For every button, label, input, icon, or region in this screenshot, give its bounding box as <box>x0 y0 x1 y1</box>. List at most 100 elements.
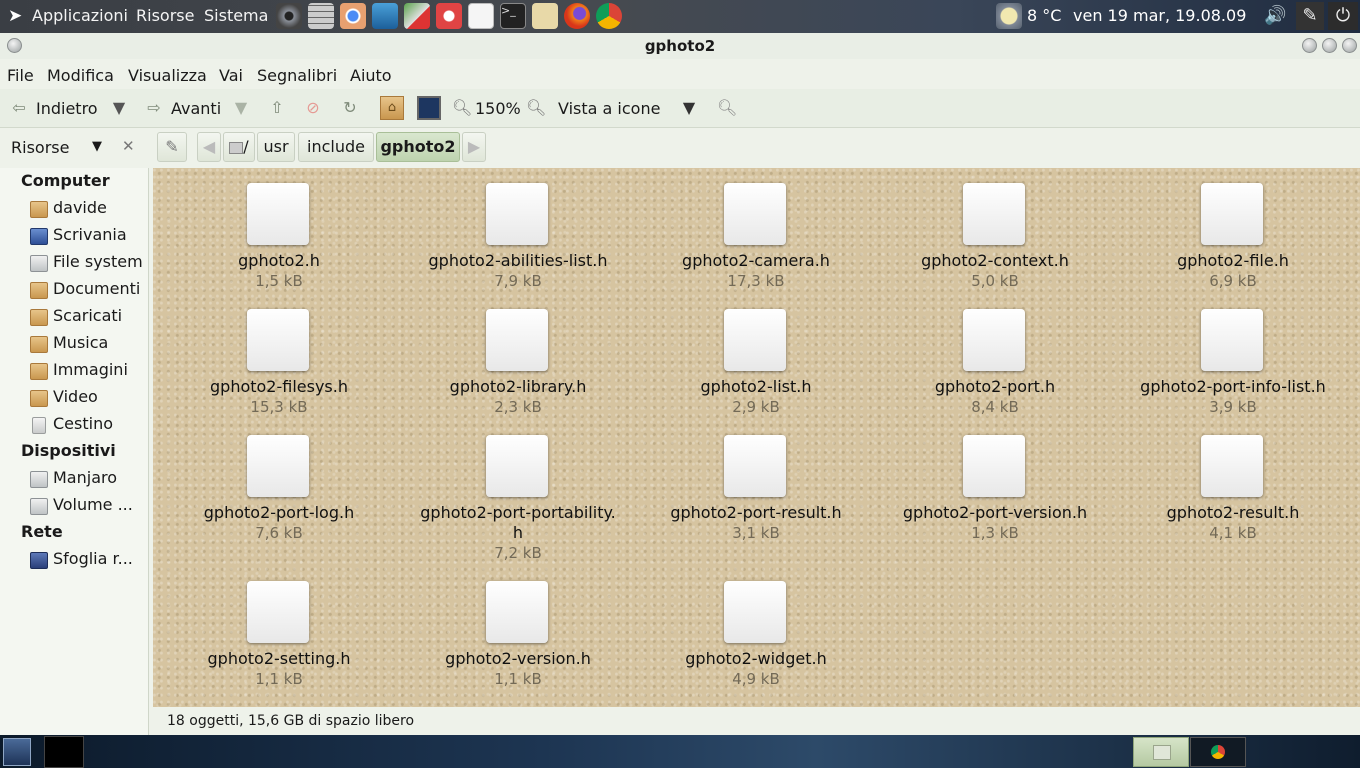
toolbar: ⇦ Indietro ▼ ⇨ Avanti ▼ ⇧ ⊘ ↻ ⌂ 🔍︎ 150% … <box>0 89 1360 128</box>
file-label: gphoto2-abilities-list.h 7,9 kB <box>399 251 637 291</box>
sidebar-item-immagini[interactable]: Immagini <box>30 360 148 382</box>
system-monitor-icon[interactable] <box>44 736 84 768</box>
zoom-in-icon[interactable]: 🔍︎ <box>526 99 546 117</box>
maximize-button[interactable] <box>1322 38 1337 53</box>
menu-visualizza[interactable]: Visualizza <box>128 66 207 85</box>
menu-sistema[interactable]: Sistema <box>204 6 268 25</box>
file-label: gphoto2-widget.h 4,9 kB <box>637 649 875 689</box>
forward-arrow-icon[interactable]: ⇨ <box>145 99 163 117</box>
text-file-icon <box>724 183 786 245</box>
show-desktop-icon[interactable] <box>3 738 31 766</box>
menu-risorse[interactable]: Risorse <box>136 6 194 25</box>
drive-icon <box>30 471 48 488</box>
text-file-icon <box>1201 183 1263 245</box>
sidebar-item-documenti[interactable]: Documenti <box>30 279 148 301</box>
menu-modifica[interactable]: Modifica <box>47 66 114 85</box>
volume-icon[interactable]: 🔊 <box>1264 5 1286 26</box>
weather-icon[interactable] <box>996 3 1022 29</box>
drive-icon <box>229 141 244 154</box>
icon-view[interactable]: gphoto2.h 1,5 kB gphoto2-abilities-list.h 7… <box>153 168 1360 742</box>
sidebar-item-video[interactable]: Video <box>30 387 148 409</box>
path-scroll-right-button[interactable]: ▶ <box>462 132 486 162</box>
breadcrumb-usr[interactable]: usr <box>257 132 295 162</box>
breadcrumb-gphoto2[interactable]: gphoto2 <box>376 132 460 162</box>
power-icon[interactable]: ⏻ <box>1328 2 1358 30</box>
path-scroll-left-button[interactable]: ◀ <box>197 132 221 162</box>
up-arrow-icon[interactable]: ⇧ <box>268 99 286 117</box>
document-icon[interactable] <box>468 3 494 29</box>
sidebar-item-label: Musica <box>53 333 109 352</box>
forward-history-chevron-icon[interactable]: ▼ <box>232 99 250 117</box>
pen-icon[interactable]: ✎ <box>1296 2 1324 30</box>
chromium-icon[interactable] <box>340 3 366 29</box>
sidebar-item-cestino[interactable]: Cestino <box>30 414 148 436</box>
back-history-chevron-icon[interactable]: ▼ <box>110 99 128 117</box>
notes-icon[interactable] <box>532 3 558 29</box>
search-icon[interactable]: 🔍︎ <box>717 99 737 117</box>
text-file-icon <box>247 581 309 643</box>
breadcrumb-include[interactable]: include <box>298 132 374 162</box>
toggle-location-entry-button[interactable]: ✎ <box>157 132 187 162</box>
text-file-icon <box>1201 435 1263 497</box>
sidebar-header-rete: Rete <box>21 522 63 541</box>
file-name: gphoto2-setting.h <box>207 649 351 668</box>
sidebar-item-scrivania[interactable]: Scrivania <box>30 225 148 247</box>
media-icon[interactable] <box>436 3 462 29</box>
terminal-icon[interactable]: >_ <box>500 3 526 29</box>
back-arrow-icon[interactable]: ⇦ <box>10 99 28 117</box>
sidebar-item-label: Documenti <box>53 279 141 298</box>
text-file-icon <box>486 309 548 371</box>
text-file-icon <box>486 183 548 245</box>
sidebar-item-file-system[interactable]: File system <box>30 252 148 274</box>
sidebar-item-davide[interactable]: davide <box>30 198 148 220</box>
menu-file[interactable]: File <box>7 66 34 85</box>
menu-vai[interactable]: Vai <box>219 66 243 85</box>
sidebar-header-dispositivi: Dispositivi <box>21 441 116 460</box>
sidebar-header-computer: Computer <box>21 171 110 190</box>
forward-button[interactable]: Avanti <box>171 99 221 118</box>
reload-icon[interactable]: ↻ <box>341 99 359 117</box>
clock[interactable]: ven 19 mar, 19.08.09 <box>1073 6 1246 25</box>
view-mode-chevron-icon[interactable]: ▼ <box>680 99 698 117</box>
menu-applicazioni[interactable]: Applicazioni <box>32 6 128 25</box>
sidebar-item-volume[interactable]: Volume ... <box>30 495 148 517</box>
applications-icon[interactable]: ➤ <box>8 6 22 26</box>
drive-icon <box>30 498 48 515</box>
breadcrumb-root[interactable]: / <box>223 132 255 162</box>
taskbar-file-manager[interactable] <box>1133 737 1189 767</box>
zoom-out-icon[interactable]: 🔍︎ <box>452 99 472 117</box>
view-mode-select[interactable]: Vista a icone <box>558 99 660 118</box>
sidebar-selector-chevron-icon[interactable]: ▼ <box>92 139 102 154</box>
zoom-level[interactable]: 150% <box>475 99 521 118</box>
close-sidebar-icon[interactable]: ✕ <box>122 137 135 155</box>
stop-icon[interactable]: ⊘ <box>304 99 322 117</box>
sidebar-item-musica[interactable]: Musica <box>30 333 148 355</box>
weather-temperature[interactable]: 8 °C <box>1027 6 1061 25</box>
sidebar-item-manjaro[interactable]: Manjaro <box>30 468 148 490</box>
disc-icon[interactable] <box>276 3 302 29</box>
computer-icon[interactable] <box>417 96 441 120</box>
file-size: 7,6 kB <box>255 524 303 542</box>
places-sidebar: Computer davide Scrivania File system Do… <box>0 168 149 735</box>
file-label: gphoto2-port-log.h 7,6 kB <box>160 503 398 543</box>
sidebar-item-label: Manjaro <box>53 468 118 487</box>
sidebar-item-sfoglia-rete[interactable]: Sfoglia r... <box>30 549 148 571</box>
close-button[interactable] <box>1342 38 1357 53</box>
file-name: gphoto2-abilities-list.h <box>428 251 608 270</box>
titlebar[interactable]: gphoto2 <box>0 33 1360 59</box>
file-name: gphoto2-port-version.h <box>902 503 1088 522</box>
chrome-icon[interactable] <box>596 3 622 29</box>
home-icon[interactable]: ⌂ <box>380 96 404 120</box>
sidebar-selector[interactable]: Risorse <box>11 138 69 157</box>
sidebar-item-scaricati[interactable]: Scaricati <box>30 306 148 328</box>
menu-segnalibri[interactable]: Segnalibri <box>257 66 337 85</box>
file-label: gphoto2-port-info-list.h 3,9 kB <box>1114 377 1352 417</box>
maps-icon[interactable] <box>404 3 430 29</box>
menu-aiuto[interactable]: Aiuto <box>350 66 392 85</box>
firefox-icon[interactable] <box>564 3 590 29</box>
back-button[interactable]: Indietro <box>36 99 98 118</box>
calculator-icon[interactable] <box>308 3 334 29</box>
taskbar-chrome[interactable] <box>1190 737 1246 767</box>
minimize-button[interactable] <box>1302 38 1317 53</box>
network-icon[interactable] <box>372 3 398 29</box>
